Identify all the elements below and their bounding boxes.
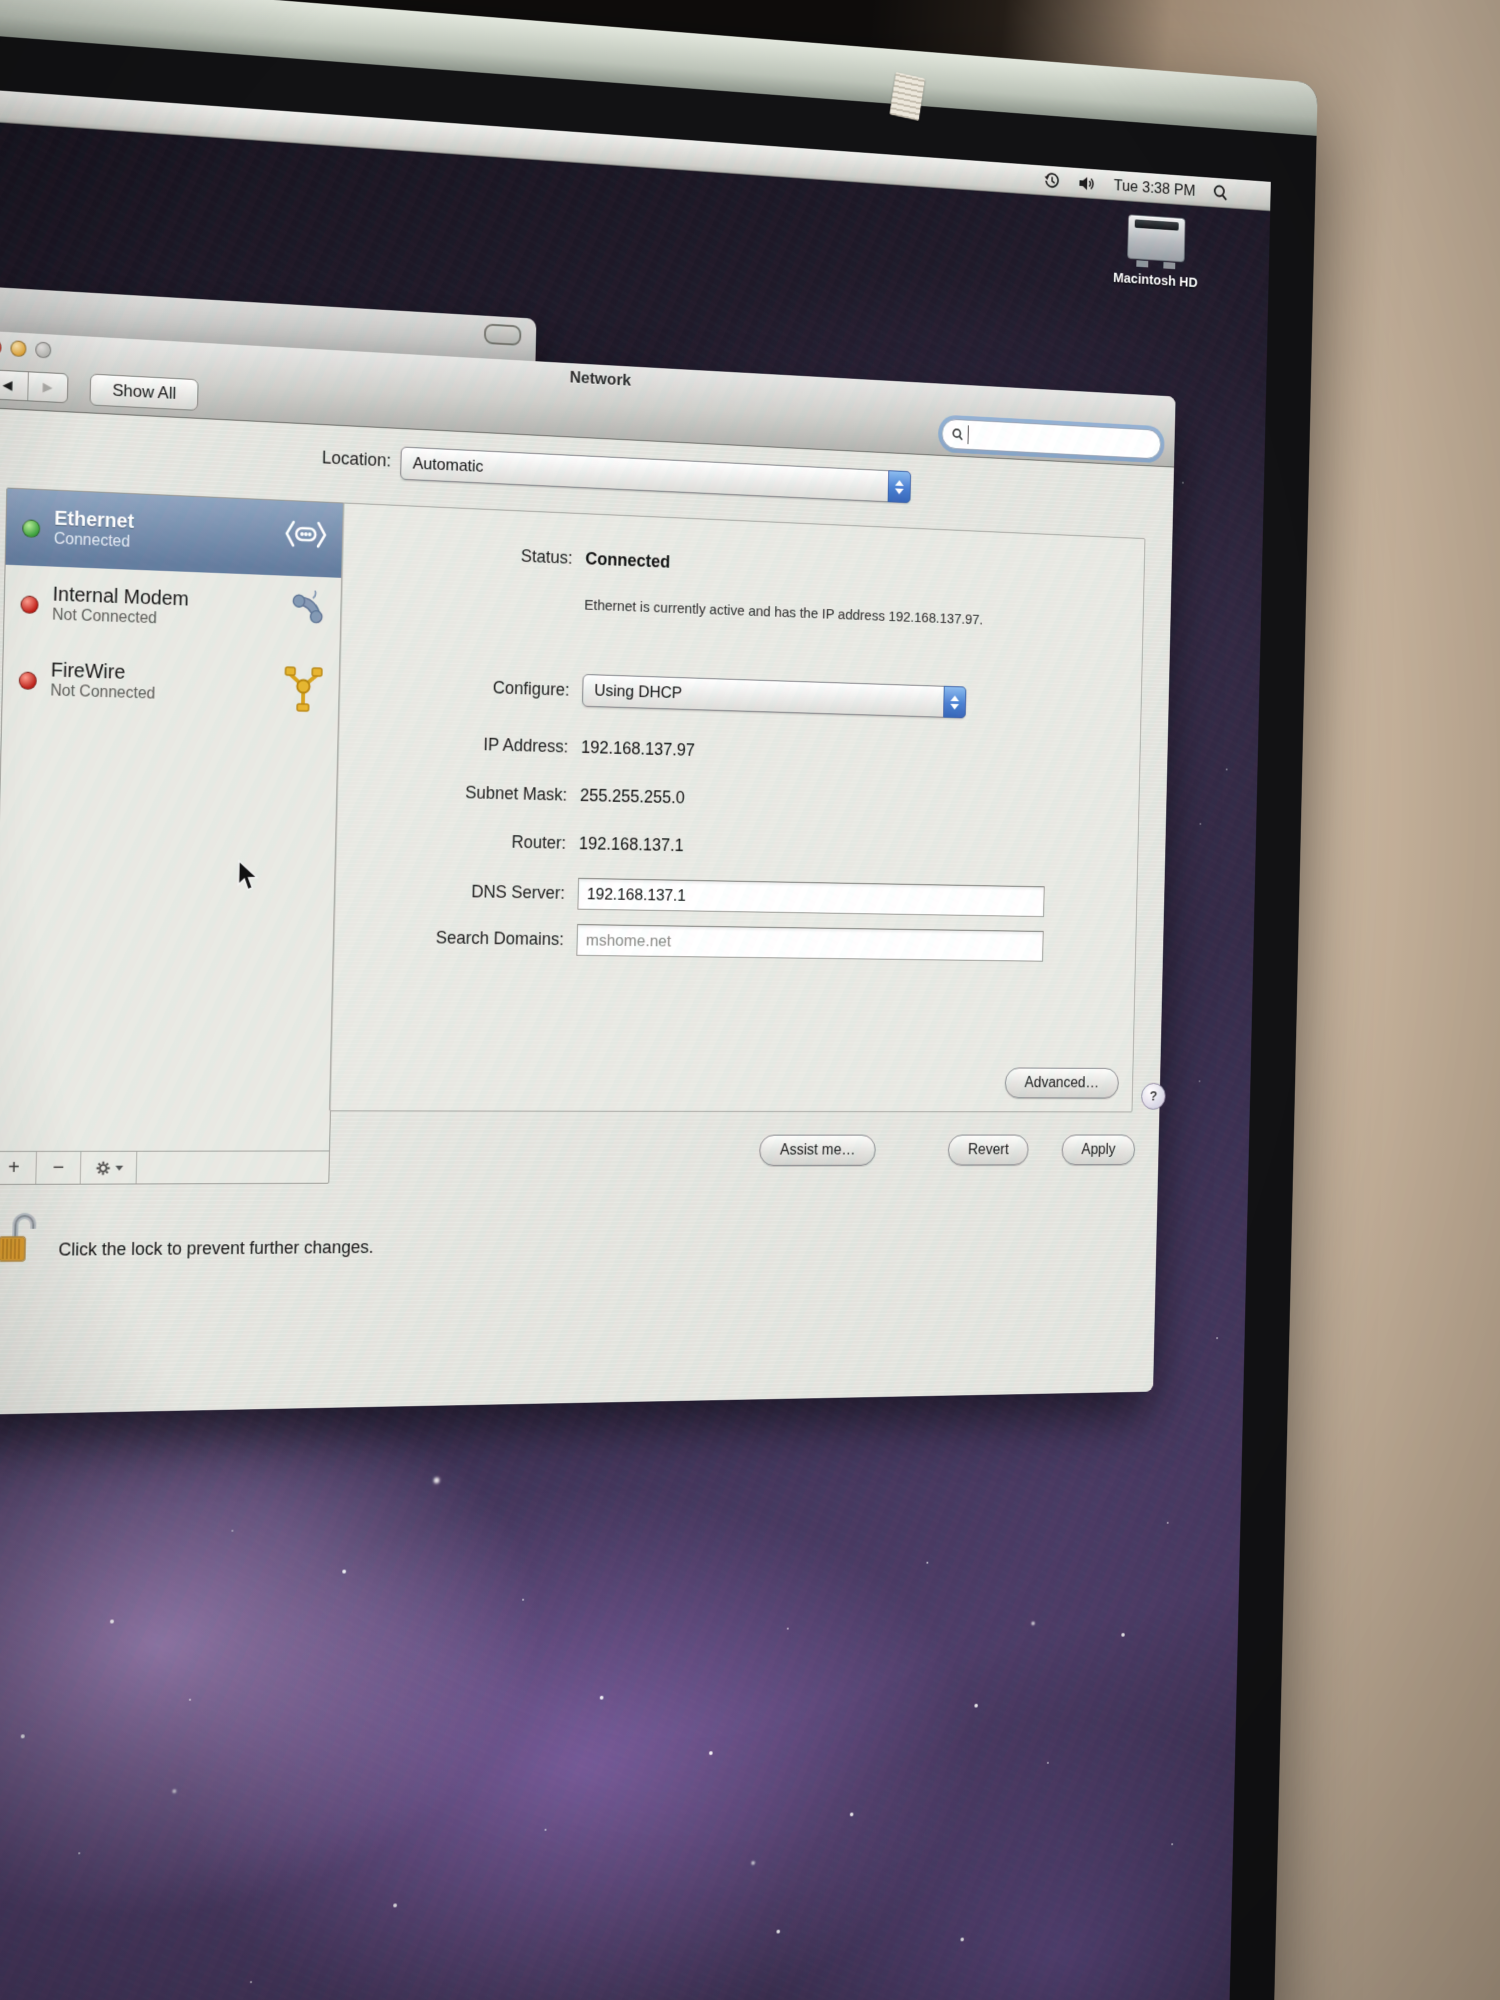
services-list: Ethernet Connected Internal Modem Not Co…: [0, 487, 345, 1186]
help-button[interactable]: ?: [1140, 1082, 1166, 1110]
dns-server-field[interactable]: [577, 877, 1045, 918]
photo-scene: Tue 3:38 PM Macintosh HD Network ◀ ▶ Sho…: [0, 0, 1500, 2000]
popup-stepper-icon: [943, 685, 967, 719]
macintosh-hd-desktop-icon[interactable]: Macintosh HD: [1100, 212, 1211, 291]
configure-popup[interactable]: Using DHCP: [582, 673, 967, 719]
list-action-bar: + −: [0, 1150, 330, 1185]
router-label: Router:: [511, 832, 567, 853]
location-value: Automatic: [412, 453, 484, 476]
search-input[interactable]: [967, 425, 1152, 454]
hard-drive-icon: [1127, 214, 1186, 263]
back-button[interactable]: ◀: [0, 370, 27, 400]
firewire-icon: [282, 662, 325, 717]
show-all-button[interactable]: Show All: [89, 373, 199, 411]
status-led-green: [22, 519, 41, 539]
ip-address-label: IP Address:: [483, 734, 569, 757]
phone-icon: [283, 589, 326, 639]
gear-icon: [94, 1159, 111, 1176]
spotlight-icon[interactable]: [1212, 183, 1229, 203]
status-led-red: [20, 595, 39, 615]
subnet-mask-label: Subnet Mask:: [465, 782, 568, 805]
revert-button[interactable]: Revert: [947, 1134, 1029, 1166]
search-domains-field[interactable]: [576, 924, 1044, 962]
status-led-red: [18, 671, 37, 691]
ethernet-icon: [283, 517, 328, 557]
back-forward-control: ◀ ▶: [0, 368, 69, 403]
network-window: Network ◀ ▶ Show All Location: Automatic…: [0, 330, 1176, 1416]
hd-label: Macintosh HD: [1112, 269, 1198, 291]
time-machine-icon[interactable]: [1044, 171, 1062, 191]
configure-value: Using DHCP: [594, 681, 683, 703]
detail-pane: Status: Connected Ethernet is currently …: [328, 502, 1146, 1113]
forward-button: ▶: [26, 371, 68, 402]
assist-me-button[interactable]: Assist me…: [759, 1134, 877, 1166]
action-menu-button[interactable]: [80, 1151, 138, 1184]
status-description: Ethernet is currently active and has the…: [584, 596, 984, 629]
remove-service-button[interactable]: −: [36, 1151, 82, 1184]
search-field[interactable]: [941, 418, 1162, 460]
service-row-internal-modem[interactable]: Internal Modem Not Connected: [4, 565, 342, 653]
unlocked-padlock-icon[interactable]: [0, 1211, 42, 1265]
lock-hint-text: Click the lock to prevent further change…: [58, 1237, 374, 1260]
status-value: Connected: [585, 548, 671, 572]
menubar-clock[interactable]: Tue 3:38 PM: [1114, 176, 1196, 200]
subnet-mask-value: 255.255.255.0: [579, 785, 686, 808]
list-bar-spacer: [137, 1151, 329, 1183]
location-popup[interactable]: Automatic: [400, 446, 912, 504]
search-domains-input[interactable]: [577, 930, 1043, 956]
ip-address-value: 192.168.137.97: [580, 737, 696, 760]
location-label: Location:: [321, 447, 392, 471]
search-icon: [951, 427, 964, 442]
screen: Tue 3:38 PM Macintosh HD Network ◀ ▶ Sho…: [0, 88, 1271, 2000]
add-service-button[interactable]: +: [0, 1151, 37, 1185]
window-content: Location: Automatic Ethernet Connected I…: [0, 407, 1175, 1416]
caret-down-icon: [114, 1165, 123, 1171]
sticker: [889, 71, 926, 121]
monitor: Tue 3:38 PM Macintosh HD Network ◀ ▶ Sho…: [0, 0, 1318, 2000]
router-value: 192.168.137.1: [578, 833, 684, 855]
popup-stepper-icon: [887, 470, 912, 504]
toolbar-capsule-button[interactable]: [483, 323, 522, 346]
minimize-button[interactable]: [10, 340, 27, 358]
service-row-ethernet[interactable]: Ethernet Connected: [5, 488, 344, 578]
status-label: Status:: [520, 546, 573, 568]
hard-drive-feet: [1136, 260, 1176, 270]
search-domains-label: Search Domains:: [435, 927, 565, 949]
close-button[interactable]: [0, 338, 2, 356]
dns-server-input[interactable]: [578, 884, 1044, 911]
apply-button[interactable]: Apply: [1061, 1134, 1136, 1166]
zoom-button-disabled: [35, 341, 52, 359]
window-title: Network: [569, 367, 632, 390]
dns-server-label: DNS Server:: [471, 881, 566, 903]
service-row-firewire[interactable]: FireWire Not Connected: [2, 641, 340, 727]
volume-icon[interactable]: [1078, 173, 1097, 193]
configure-label: Configure:: [492, 677, 570, 700]
mouse-cursor: [236, 860, 262, 899]
advanced-button[interactable]: Advanced…: [1004, 1067, 1119, 1099]
